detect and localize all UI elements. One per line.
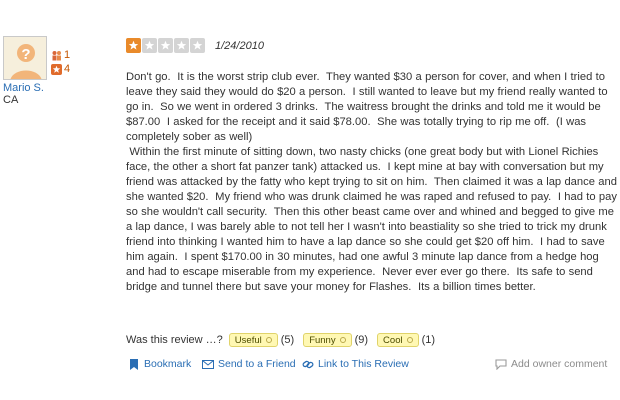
add-owner-comment-link[interactable]: Add owner comment (495, 358, 607, 370)
useful-label: Useful (234, 334, 262, 346)
svg-text:?: ? (21, 46, 30, 63)
cool-button[interactable]: Cool (377, 333, 419, 347)
send-to-friend-label: Send to a Friend (218, 358, 296, 370)
useful-count: (5) (280, 334, 295, 346)
star-empty-icon (158, 38, 173, 53)
friends-stat[interactable]: 1 (51, 48, 70, 62)
star-empty-icon (142, 38, 157, 53)
add-owner-comment-label: Add owner comment (511, 358, 608, 370)
avatar[interactable]: ? (3, 36, 47, 80)
vote-dot-icon (265, 337, 272, 343)
friends-icon (51, 50, 62, 61)
star-empty-icon (190, 38, 205, 53)
star-empty-icon (174, 38, 189, 53)
review-feedback: Was this review …? Useful (5) Funny (9) … (126, 333, 444, 347)
reviews-stat[interactable]: 4 (51, 62, 70, 76)
send-to-friend-link[interactable]: Send to a Friend (202, 358, 296, 370)
star-filled-icon (126, 38, 141, 53)
bookmark-icon (128, 358, 140, 370)
cool-count: (1) (421, 334, 436, 346)
star-rating (126, 38, 206, 53)
user-location: CA (3, 94, 19, 106)
reviews-count: 4 (64, 63, 71, 75)
review-rating-row: 1/24/2010 (126, 38, 264, 53)
user-info: ? 1 4 Mario S. CA (3, 36, 73, 106)
review-actions: Bookmark Send to a Friend Link to This R… (128, 358, 608, 372)
funny-label: Funny (309, 334, 336, 346)
review-date: 1/24/2010 (215, 39, 264, 52)
funny-button[interactable]: Funny (303, 333, 352, 347)
funny-count: (9) (354, 334, 369, 346)
cool-label: Cool (383, 334, 403, 346)
vote-dot-icon (406, 337, 413, 343)
useful-button[interactable]: Useful (228, 333, 278, 347)
reviews-star-icon (51, 63, 62, 75)
bookmark-link[interactable]: Bookmark (128, 358, 191, 370)
feedback-question: Was this review …? (126, 334, 223, 346)
review-text: Don't go. It is the worst strip club eve… (126, 71, 617, 293)
friends-count: 1 (64, 49, 71, 61)
bookmark-label: Bookmark (144, 358, 192, 370)
envelope-icon (202, 359, 214, 370)
question-mark-person-icon: ? (4, 37, 46, 79)
link-to-review-link[interactable]: Link to This Review (302, 358, 409, 370)
vote-dot-icon (339, 337, 346, 343)
user-stats: 1 4 (51, 48, 70, 76)
link-icon (302, 359, 314, 370)
link-to-review-label: Link to This Review (318, 358, 409, 370)
user-name-link[interactable]: Mario S. (3, 82, 44, 94)
speech-bubble-icon (495, 358, 507, 370)
